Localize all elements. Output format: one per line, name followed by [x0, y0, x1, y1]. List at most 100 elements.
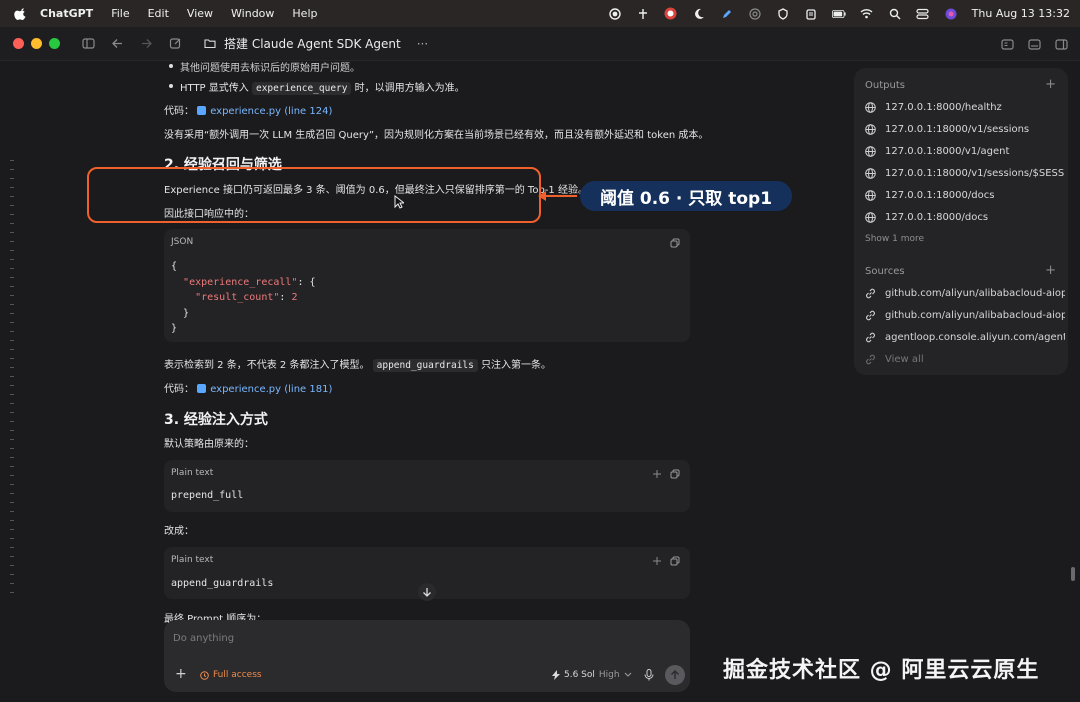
source-item[interactable]: github.com/aliyun/alibabacloud-aiop — [865, 310, 1065, 321]
avatar-status-icon[interactable] — [664, 7, 678, 21]
output-url: 127.0.0.1:18000/v1/sessions — [885, 124, 1030, 135]
add-output-icon[interactable]: + — [1045, 77, 1056, 92]
code-language-label: Plain text — [171, 468, 214, 478]
model-selector[interactable]: 5.6 Sol High — [552, 670, 632, 680]
code-reference-link[interactable]: experience.py (line 181) — [197, 384, 332, 395]
mouse-cursor-icon — [394, 195, 404, 209]
link-icon — [866, 354, 875, 365]
pin-icon[interactable] — [636, 7, 650, 21]
code-reference-link-text: experience.py (line 124) — [210, 106, 333, 117]
copy-icon[interactable] — [670, 469, 680, 479]
record-icon[interactable] — [608, 7, 622, 21]
code-language-label: JSON — [171, 237, 194, 247]
globe-icon — [865, 124, 876, 135]
menu-view[interactable]: View — [187, 7, 213, 20]
scrollbar-thumb[interactable] — [1071, 567, 1075, 581]
output-item[interactable]: 127.0.0.1:8000/healthz — [865, 102, 1065, 113]
titlebar-right-tools — [1001, 27, 1068, 61]
output-item[interactable]: 127.0.0.1:18000/v1/sessions/$SESSIO — [865, 168, 1065, 179]
source-item[interactable]: agentloop.console.aliyun.com/agentl — [865, 332, 1065, 343]
chat-title[interactable]: 搭建 Claude Agent SDK Agent ··· — [204, 35, 428, 52]
add-attachment-icon[interactable]: + — [175, 666, 187, 682]
back-arrow-icon[interactable] — [111, 37, 124, 50]
right-panel-toggle-icon[interactable] — [1055, 38, 1068, 51]
menu-file[interactable]: File — [111, 7, 129, 20]
output-item[interactable]: 127.0.0.1:18000/v1/sessions — [865, 124, 1065, 135]
menubar-clock[interactable]: Thu Aug 13 13:32 — [972, 7, 1070, 20]
battery-icon[interactable] — [831, 7, 846, 21]
minimize-window-button[interactable] — [31, 38, 42, 49]
list-view-icon[interactable] — [1001, 38, 1014, 51]
code-language-label: Plain text — [171, 555, 214, 565]
moon-icon[interactable] — [692, 7, 706, 21]
plain-text-block: Plain text prepend_full — [164, 460, 690, 512]
show-more-link[interactable]: Show 1 more — [865, 234, 924, 244]
pen-icon[interactable] — [720, 7, 734, 21]
paragraph: 默认策略由原来的： — [164, 439, 254, 450]
file-icon — [197, 106, 207, 115]
chat-title-text: 搭建 Claude Agent SDK Agent — [224, 37, 401, 51]
code-reference-link[interactable]: experience.py (line 124) — [197, 106, 332, 117]
full-access-toggle[interactable]: Full access — [200, 670, 262, 680]
link-icon — [866, 332, 875, 343]
message-composer[interactable]: Do anything + Full access 5.6 Sol High — [164, 620, 690, 692]
list-item: HTTP 显式传入 experience_query 时，以调用方输入为准。 — [164, 79, 465, 95]
more-options-icon[interactable]: ··· — [417, 37, 428, 51]
link-icon — [866, 310, 875, 321]
spiral-icon[interactable] — [748, 7, 762, 21]
menu-edit[interactable]: Edit — [148, 7, 169, 20]
copy-icon[interactable] — [670, 238, 680, 248]
control-center-icon[interactable] — [916, 7, 930, 21]
folder-icon — [204, 39, 216, 49]
inline-code: append_guardrails — [372, 359, 478, 372]
menu-window[interactable]: Window — [231, 7, 274, 20]
zoom-window-button[interactable] — [49, 38, 60, 49]
clipboard-icon[interactable] — [804, 7, 818, 21]
sidebar-toggle-icon[interactable] — [82, 37, 95, 50]
paragraph: 表示检索到 2 条，不代表 2 条都注入了模型。 append_guardrai… — [164, 359, 552, 372]
code-content: append_guardrails — [171, 578, 274, 589]
wrap-icon[interactable] — [652, 469, 662, 479]
add-source-icon[interactable]: + — [1045, 263, 1056, 278]
status-area: Thu Aug 13 13:32 — [608, 0, 1070, 27]
window-view-icon[interactable] — [1028, 38, 1041, 51]
traffic-lights — [13, 38, 60, 49]
wrap-icon[interactable] — [652, 556, 662, 566]
globe-icon — [865, 102, 876, 113]
copy-icon[interactable] — [670, 556, 680, 566]
wifi-icon[interactable] — [860, 7, 874, 21]
source-url: github.com/aliyun/alibabacloud-aiop — [885, 288, 1065, 299]
search-icon[interactable] — [888, 7, 902, 21]
source-item[interactable]: github.com/aliyun/alibabacloud-aiop — [865, 288, 1065, 299]
siri-icon[interactable] — [944, 7, 958, 21]
output-item[interactable]: 127.0.0.1:18000/docs — [865, 190, 1065, 201]
outputs-heading: Outputs — [865, 80, 905, 91]
send-button[interactable] — [665, 665, 685, 685]
output-url: 127.0.0.1:18000/v1/sessions/$SESSIO — [885, 168, 1065, 179]
menu-app-name[interactable]: ChatGPT — [40, 7, 93, 20]
bullet-text: 其他问题使用去标识后的原始用户问题。 — [180, 63, 360, 74]
source-url: agentloop.console.aliyun.com/agentl — [885, 332, 1065, 343]
output-url: 127.0.0.1:8000/v1/agent — [885, 146, 1010, 157]
file-icon — [197, 384, 207, 393]
view-all-sources[interactable]: View all — [865, 354, 1065, 365]
apple-logo-icon[interactable] — [14, 7, 28, 21]
output-item[interactable]: 127.0.0.1:8000/docs — [865, 212, 1065, 223]
shield-icon[interactable] — [776, 7, 790, 21]
view-all-label: View all — [885, 354, 924, 365]
output-url: 127.0.0.1:8000/docs — [885, 212, 989, 223]
access-label: Full access — [213, 670, 262, 680]
forward-arrow-icon[interactable] — [140, 37, 153, 50]
new-chat-icon[interactable] — [169, 37, 182, 50]
list-item: 其他问题使用去标识后的原始用户问题。 — [164, 59, 360, 74]
close-window-button[interactable] — [13, 38, 24, 49]
menu-help[interactable]: Help — [292, 7, 317, 20]
clock-icon — [200, 670, 209, 680]
scroll-to-bottom-button[interactable] — [418, 583, 436, 601]
annotation-arrow-icon — [538, 191, 546, 201]
composer-placeholder[interactable]: Do anything — [173, 633, 234, 644]
microphone-icon[interactable] — [644, 669, 654, 681]
output-item[interactable]: 127.0.0.1:8000/v1/agent — [865, 146, 1065, 157]
json-code-block: JSON { "experience_recall": { "result_co… — [164, 229, 690, 342]
paragraph: 没有采用“额外调用一次 LLM 生成召回 Query”，因为规则化方案在当前场景… — [164, 130, 709, 141]
